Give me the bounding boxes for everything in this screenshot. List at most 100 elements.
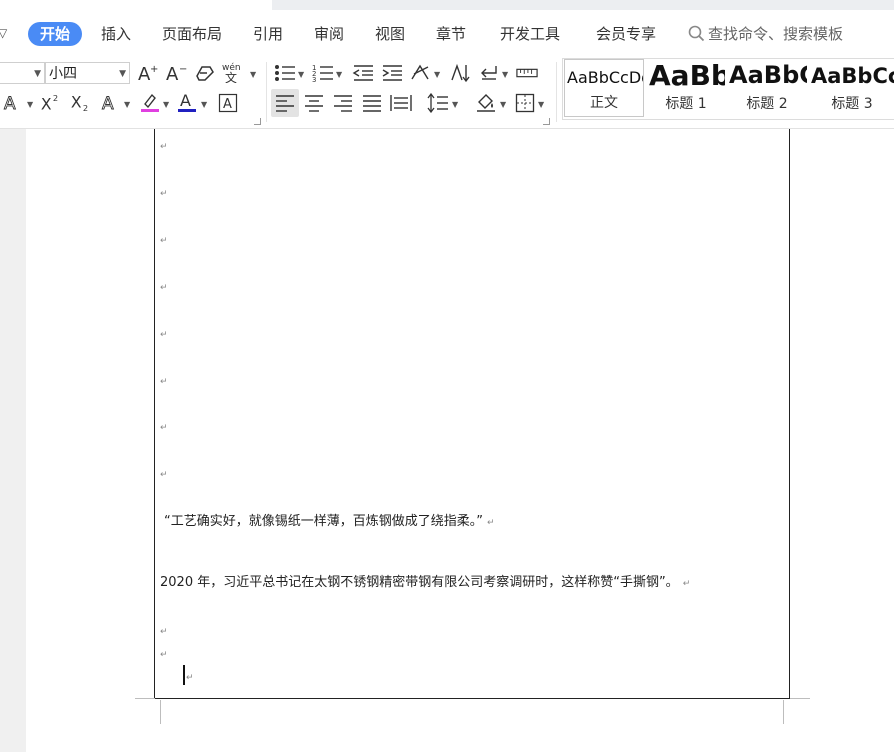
svg-text:A: A xyxy=(223,97,232,112)
command-search[interactable]: 查找命令、搜索模板 xyxy=(688,22,843,46)
shading-icon[interactable] xyxy=(475,91,497,113)
text-effect-dropdown-icon[interactable]: ▼ xyxy=(27,100,33,109)
ribbon-separator xyxy=(556,62,557,122)
show-hide-marks-dropdown-icon[interactable]: ▼ xyxy=(502,70,508,79)
svg-text:+: + xyxy=(150,64,158,75)
superscript-icon[interactable]: X2 xyxy=(40,92,62,114)
increase-indent-icon[interactable] xyxy=(381,62,403,84)
menu-bar: ▽ 开始 插入 页面布局 引用 审阅 视图 章节 开发工具 会员专享 查找命令、… xyxy=(0,10,894,58)
style-name: 标题 3 xyxy=(831,96,873,112)
tab-developer-tools[interactable]: 开发工具 xyxy=(500,22,560,46)
borders-icon[interactable] xyxy=(514,92,536,114)
svg-text:X: X xyxy=(41,95,52,113)
line-spacing-icon[interactable] xyxy=(427,92,449,114)
paragraph-mark: ↵ xyxy=(682,579,691,589)
subscript-icon[interactable]: X2 xyxy=(70,92,92,114)
svg-text:3: 3 xyxy=(312,76,316,83)
tab-page-layout[interactable]: 页面布局 xyxy=(162,22,222,46)
title-strip xyxy=(0,0,894,10)
style-heading-3[interactable]: AaBbCc 标题 3 xyxy=(809,59,894,117)
shading-dropdown-icon[interactable]: ▼ xyxy=(500,100,506,109)
tab-member[interactable]: 会员专享 xyxy=(596,22,656,46)
text-outline-icon[interactable]: A xyxy=(100,92,122,114)
numbered-list-dropdown-icon[interactable]: ▼ xyxy=(336,70,342,79)
svg-text:A: A xyxy=(166,64,179,83)
align-left-icon[interactable] xyxy=(271,89,299,117)
text-direction-icon[interactable] xyxy=(410,62,432,84)
style-gallery: AaBbCcDd 正文 AaBb 标题 1 AaBbC 标题 2 AaBbCc … xyxy=(562,58,894,120)
tab-start[interactable]: 开始 xyxy=(28,22,83,46)
line-spacing-dropdown-icon[interactable]: ▼ xyxy=(452,100,458,109)
paragraph-group-launcher-icon[interactable] xyxy=(543,118,550,125)
numbered-list-icon[interactable]: 123 xyxy=(312,62,334,84)
command-search-label: 查找命令、搜索模板 xyxy=(708,25,844,43)
document-tab-stub[interactable] xyxy=(0,0,272,10)
justify-icon[interactable] xyxy=(361,92,383,114)
tab-review[interactable]: 审阅 xyxy=(314,22,344,46)
align-center-icon[interactable] xyxy=(303,92,325,114)
page-text-frame[interactable] xyxy=(154,129,790,699)
style-normal[interactable]: AaBbCcDd 正文 xyxy=(564,59,644,117)
text-outline-dropdown-icon[interactable]: ▼ xyxy=(124,100,130,109)
bullet-list-dropdown-icon[interactable]: ▼ xyxy=(298,70,304,79)
shrink-font-icon[interactable]: A − xyxy=(165,62,187,84)
font-group-launcher-icon[interactable] xyxy=(254,118,261,125)
font-name-select[interactable]: ▼ xyxy=(0,62,45,84)
svg-text:A: A xyxy=(180,91,191,110)
font-name-dropdown-icon: ▼ xyxy=(34,69,41,79)
font-size-select[interactable]: 小四 ▼ xyxy=(45,62,130,84)
style-preview: AaBbCcDd xyxy=(567,68,644,87)
character-border-icon[interactable]: A xyxy=(217,92,239,114)
style-preview: AaBb xyxy=(649,59,725,92)
svg-text:2: 2 xyxy=(53,93,58,103)
chevron-down-icon[interactable]: ▽ xyxy=(0,26,12,40)
quote-text: “工艺确实好，就像锡纸一样薄，百炼钢做成了绕指柔。” xyxy=(164,514,483,529)
paragraph-mark: ↵ xyxy=(160,627,168,637)
align-right-icon[interactable] xyxy=(332,92,354,114)
style-name: 标题 1 xyxy=(665,96,707,112)
font-size-dropdown-icon: ▼ xyxy=(119,69,126,79)
svg-text:−: − xyxy=(179,64,187,75)
style-heading-2[interactable]: AaBbC 标题 2 xyxy=(727,59,807,117)
grow-font-icon[interactable]: A + xyxy=(137,62,159,84)
margin-corner-mark xyxy=(790,698,810,699)
text-direction-dropdown-icon[interactable]: ▼ xyxy=(434,70,440,79)
left-gutter xyxy=(0,129,26,752)
margin-corner-mark xyxy=(160,700,161,724)
margin-corner-mark xyxy=(135,698,155,699)
tab-chapter[interactable]: 章节 xyxy=(436,22,466,46)
tab-view[interactable]: 视图 xyxy=(375,22,405,46)
tab-insert[interactable]: 插入 xyxy=(101,22,131,46)
body-paragraph[interactable]: 2020 年，习近平总书记在太钢不锈钢精密带钢有限公司考察调研时，这样称赞“手撕… xyxy=(160,571,690,590)
style-heading-1[interactable]: AaBb 标题 1 xyxy=(647,59,725,117)
font-color-dropdown-icon[interactable]: ▼ xyxy=(201,100,207,109)
text-effect-icon[interactable]: A xyxy=(2,92,24,114)
highlight-icon[interactable] xyxy=(139,91,161,113)
paragraph-mark: ↵ xyxy=(160,330,168,340)
style-name: 标题 2 xyxy=(746,96,788,112)
ribbon-separator xyxy=(266,62,267,122)
font-color-icon[interactable]: A xyxy=(176,91,198,113)
highlight-dropdown-icon[interactable]: ▼ xyxy=(163,100,169,109)
decrease-indent-icon[interactable] xyxy=(352,62,374,84)
paragraph-mark: ↵ xyxy=(486,518,495,528)
quote-paragraph[interactable]: “工艺确实好，就像锡纸一样薄，百炼钢做成了绕指柔。” ↵ xyxy=(164,510,495,529)
sort-icon[interactable] xyxy=(449,62,471,84)
phonetic-dropdown-icon[interactable]: ▼ xyxy=(250,70,256,79)
paragraph-mark: ↵ xyxy=(160,142,168,152)
search-icon xyxy=(688,25,705,42)
font-size-value: 小四 xyxy=(49,66,77,82)
phonetic-guide-icon[interactable]: wén 文 xyxy=(222,61,248,83)
borders-dropdown-icon[interactable]: ▼ xyxy=(538,100,544,109)
paragraph-mark: ↵ xyxy=(186,673,194,683)
paragraph-mark: ↵ xyxy=(160,377,168,387)
bullet-list-icon[interactable] xyxy=(274,62,296,84)
paragraph-mark: ↵ xyxy=(160,423,168,433)
ruler-icon[interactable] xyxy=(516,62,538,84)
show-hide-marks-icon[interactable] xyxy=(478,62,500,84)
svg-text:2: 2 xyxy=(83,103,88,113)
clear-format-icon[interactable] xyxy=(194,62,216,84)
ribbon-toolbar: ▼ 小四 ▼ A + A − wén 文 ▼ A ▼ X2 X2 A ▼ ▼ A ▼ A xyxy=(0,58,894,129)
tab-references[interactable]: 引用 xyxy=(253,22,283,46)
distributed-align-icon[interactable] xyxy=(390,92,412,114)
